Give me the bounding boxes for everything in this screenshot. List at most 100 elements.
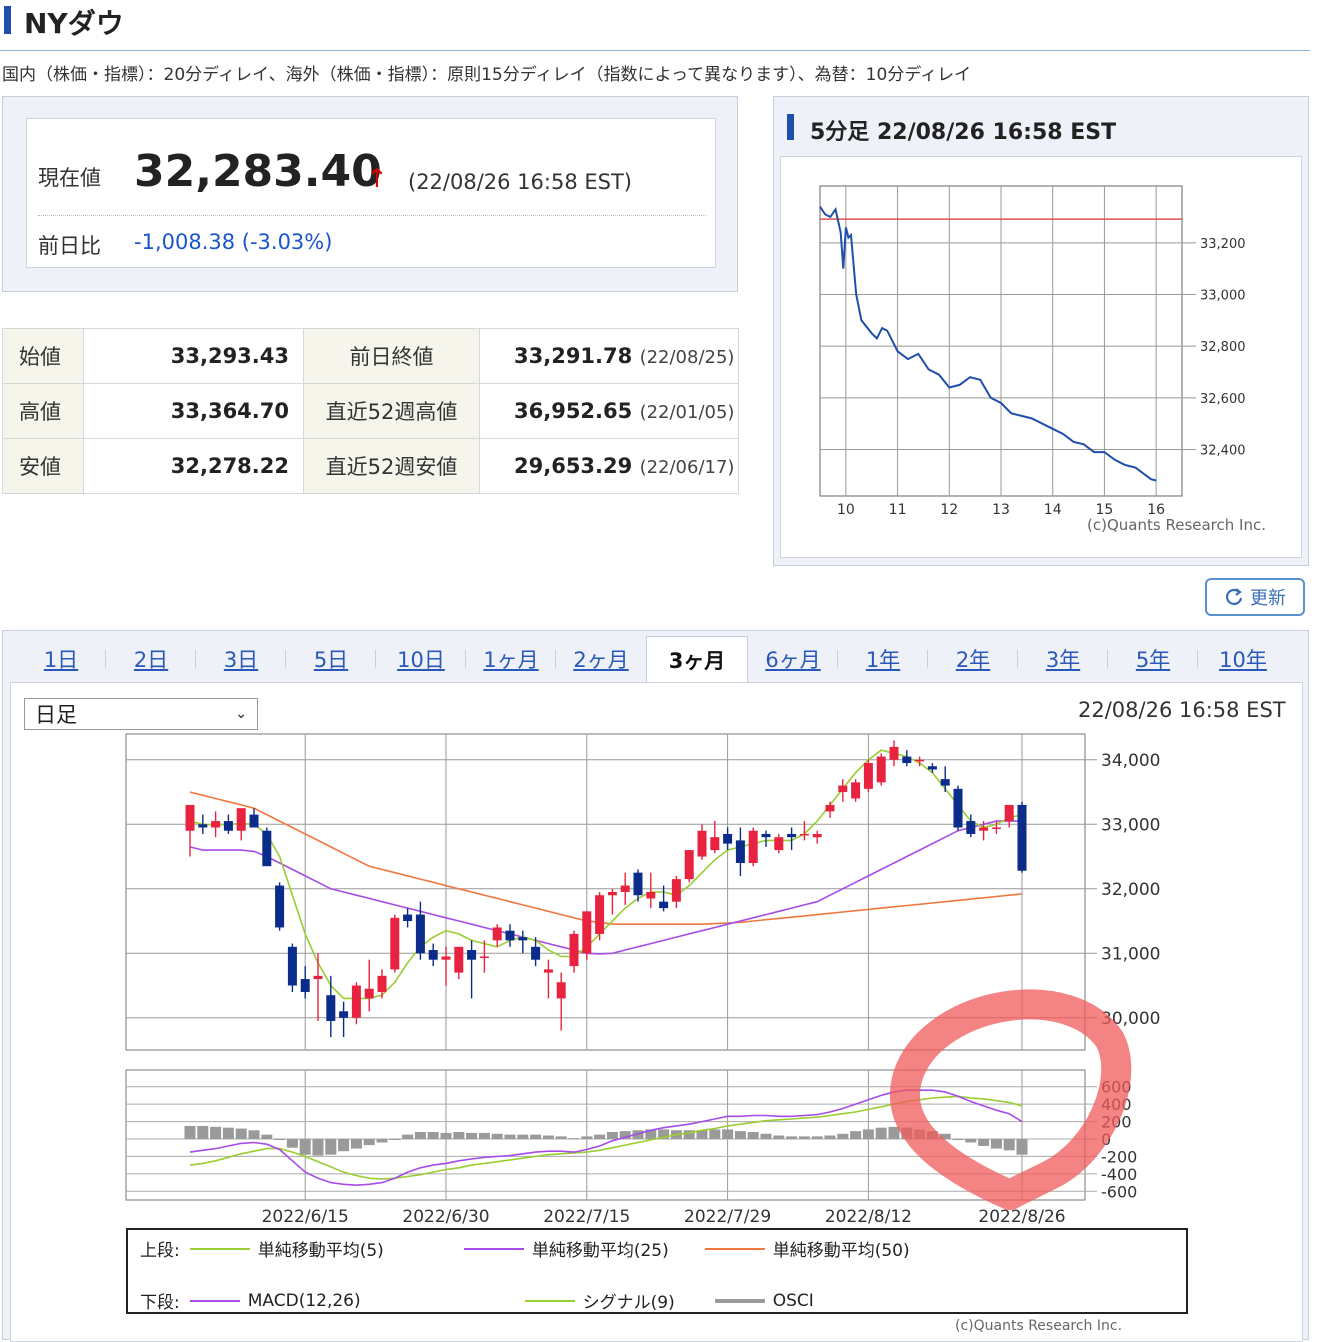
divider <box>38 215 706 216</box>
osci-bar <box>1003 1139 1015 1151</box>
legend-osci: OSCI <box>772 1290 814 1311</box>
tab-period[interactable]: 1日 <box>16 636 106 682</box>
osci-bar <box>504 1134 516 1139</box>
osci-bar <box>491 1133 503 1139</box>
candle-body <box>774 837 784 851</box>
osci-bar <box>427 1132 439 1139</box>
intraday-y-tick: 33,000 <box>1200 289 1246 304</box>
intraday-copyright: (c)Quants Research Inc. <box>1087 516 1266 534</box>
tab-label: 2ヶ月 <box>573 648 629 672</box>
legend-lower-row: 下段: MACD(12,26) シグナル(9) OSCI <box>140 1288 814 1314</box>
period-select[interactable]: 日足 ⌄ <box>24 698 258 730</box>
tab-period[interactable]: 5年 <box>1108 636 1198 682</box>
tab-period[interactable]: 3ヶ月 <box>646 636 748 682</box>
candle-body <box>940 779 950 786</box>
tab-period[interactable]: 6ヶ月 <box>748 636 838 682</box>
candle-body <box>236 808 246 831</box>
osci-bar <box>530 1134 542 1139</box>
candle-body <box>351 985 361 1018</box>
tab-period[interactable]: 10日 <box>376 636 466 682</box>
reference-value-cell: 33,291.78 (22/08/25) <box>479 328 739 384</box>
intraday-y-tick: 32,400 <box>1200 444 1246 459</box>
candle-body <box>313 975 323 980</box>
candle-body <box>684 850 694 880</box>
candle-body <box>326 995 336 1021</box>
tab-period[interactable]: 10年 <box>1198 636 1288 682</box>
candle-body <box>441 956 451 960</box>
candle-body <box>876 756 886 783</box>
candle-body <box>1017 804 1027 871</box>
osci-bar <box>978 1139 990 1146</box>
daily-chart: 34,00033,00032,00031,00030,0006004002000… <box>125 733 1160 1227</box>
candle-body <box>825 804 835 812</box>
candle-body <box>479 956 489 958</box>
tab-period[interactable]: 3年 <box>1018 636 1108 682</box>
osci-bar <box>722 1129 734 1139</box>
tab-period[interactable]: 2ヶ月 <box>556 636 646 682</box>
legend-sma5: 単純移動平均(5) <box>257 1241 384 1261</box>
price-value: 32,278.22 <box>83 438 304 494</box>
chevron-down-icon: ⌄ <box>235 706 247 722</box>
macd-y-tick: -200 <box>1101 1147 1137 1166</box>
tab-period[interactable]: 1年 <box>838 636 928 682</box>
osci-bar <box>248 1130 260 1139</box>
osci-bar <box>850 1131 862 1139</box>
candle-body <box>415 914 425 954</box>
osci-bar <box>594 1134 606 1139</box>
legend-upper-label: 上段: <box>140 1241 180 1261</box>
price-y-tick: 34,000 <box>1101 751 1160 771</box>
osci-bar <box>210 1126 222 1139</box>
osci-bar <box>197 1125 209 1139</box>
date-tick: 2022/6/30 <box>402 1207 489 1227</box>
tab-period[interactable]: 1ヶ月 <box>466 636 556 682</box>
refresh-label: 更新 <box>1250 588 1286 609</box>
tab-label: 6ヶ月 <box>765 648 821 672</box>
candle-body <box>787 833 797 838</box>
tab-period[interactable]: 2年 <box>928 636 1018 682</box>
intraday-title: 5分足 22/08/26 16:58 EST <box>810 120 1117 145</box>
candle-body <box>659 901 669 909</box>
candle-body <box>1004 804 1014 822</box>
tab-label: 10日 <box>397 648 445 672</box>
candle-body <box>531 946 541 960</box>
date-tick: 2022/8/12 <box>825 1207 912 1227</box>
tab-period[interactable]: 3日 <box>196 636 286 682</box>
osci-bar <box>184 1125 196 1139</box>
change-label: 前日比 <box>38 234 101 258</box>
candle-body <box>646 892 656 899</box>
candle-body <box>428 950 438 960</box>
osci-bar <box>786 1136 798 1139</box>
candle-body <box>966 821 976 834</box>
tab-label: 3日 <box>223 648 259 672</box>
date-tick: 2022/7/15 <box>543 1207 630 1227</box>
legend-sma50: 単純移動平均(50) <box>772 1241 910 1261</box>
osci-bar <box>299 1139 311 1155</box>
osci-bar <box>773 1135 785 1139</box>
tab-period[interactable]: 2日 <box>106 636 196 682</box>
tab-period[interactable]: 5日 <box>286 636 376 682</box>
date-tick: 2022/8/26 <box>978 1207 1065 1227</box>
tab-label: 10年 <box>1219 648 1267 672</box>
price-y-tick: 33,000 <box>1101 815 1160 835</box>
osci-bar <box>402 1134 414 1139</box>
candle-body <box>761 833 771 838</box>
candle-body <box>927 766 937 770</box>
refresh-button[interactable]: 更新 <box>1205 578 1305 616</box>
legend-macd: MACD(12,26) <box>247 1290 361 1311</box>
tab-label: 5日 <box>313 648 349 672</box>
osci-bar <box>350 1139 362 1149</box>
osci-bar <box>555 1136 567 1139</box>
candle-body <box>467 950 477 960</box>
candle-body <box>582 911 592 954</box>
intraday-x-tick: 10 <box>837 502 855 518</box>
legend-sma25: 単純移動平均(25) <box>531 1241 669 1261</box>
legend-upper-row: 上段: 単純移動平均(5) 単純移動平均(25) 単純移動平均(50) <box>140 1236 910 1261</box>
candle-body <box>735 840 745 863</box>
candle-body <box>454 946 464 973</box>
osci-bar <box>734 1131 746 1139</box>
candle-body <box>185 804 195 831</box>
chart-time: 22/08/26 16:58 EST <box>1078 698 1286 722</box>
macd-y-tick: -600 <box>1101 1182 1137 1201</box>
osci-bar <box>1016 1139 1028 1155</box>
osci-bar <box>453 1132 465 1139</box>
